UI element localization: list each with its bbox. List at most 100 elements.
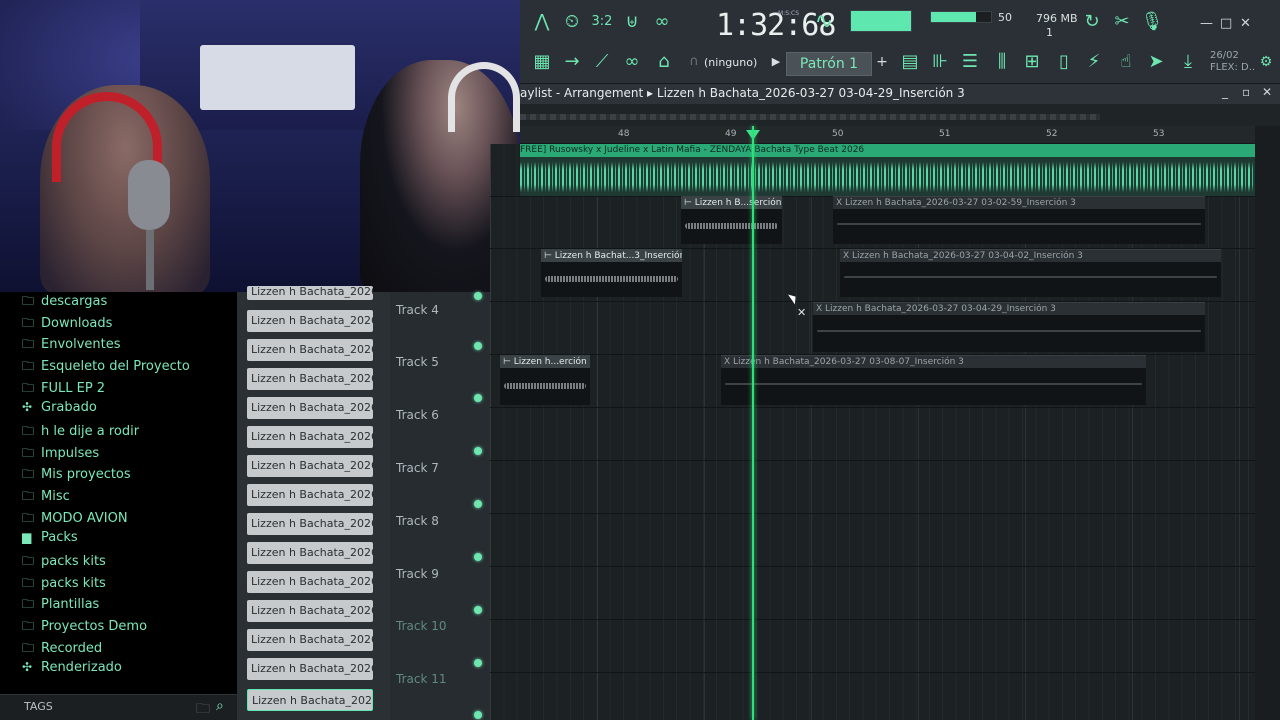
search-icon[interactable]: ⌕: [216, 698, 224, 714]
track-name[interactable]: Track 4: [396, 303, 439, 317]
microphone-icon[interactable]: 🎙: [1138, 6, 1166, 38]
browser-icon[interactable]: ⊞: [1018, 46, 1046, 78]
track-name[interactable]: Track 6: [396, 408, 439, 422]
clip-source-item[interactable]: Lizzen h Bachata_2026-0...: [247, 339, 373, 361]
pattern-selector[interactable]: Patrón 1: [786, 52, 872, 76]
track-mute-led[interactable]: [474, 447, 482, 455]
track-mute-led[interactable]: [474, 342, 482, 350]
fruit-icon[interactable]: ➤: [1142, 46, 1170, 78]
refresh-icon[interactable]: ↻: [1078, 6, 1106, 38]
browser-folder[interactable]: ▆ Packs: [22, 530, 78, 550]
track-mute-led[interactable]: [474, 659, 482, 667]
clip-source-item[interactable]: Lizzen h Bachata_2026-0...: [247, 542, 373, 564]
clip-source-item[interactable]: Lizzen h Bachata_2026-0...: [247, 600, 373, 622]
track-name[interactable]: Track 10: [396, 619, 446, 633]
track-mute-led[interactable]: [474, 292, 482, 300]
oscilloscope-icon[interactable]: ∿: [810, 6, 838, 38]
track-mute-led[interactable]: [474, 394, 482, 402]
add-pattern-button[interactable]: +: [868, 46, 896, 78]
countdown-icon[interactable]: 3:2: [588, 6, 616, 38]
clip-source-item[interactable]: Lizzen h Bachata_2026-0...: [247, 310, 373, 332]
file-icon[interactable]: ▯: [1050, 46, 1078, 78]
audio-clip-muted[interactable]: X Lizzen h Bachata_2026-03-27 03-02-59_I…: [833, 196, 1205, 244]
channel-rack-icon[interactable]: ⊪: [926, 46, 954, 78]
browser-folder[interactable]: 🗀 Impulses: [22, 444, 99, 464]
settings-icon[interactable]: ⚙: [1252, 46, 1280, 78]
clip-source-item[interactable]: Lizzen h Bachata_2026-0...: [247, 368, 373, 390]
clip-source-item[interactable]: Lizzen h Bachata_2026-0...: [247, 513, 373, 535]
clip-source-item[interactable]: Lizzen h Bachata_2026-0...: [247, 397, 373, 419]
browser-folder[interactable]: 🗀 Downloads: [22, 314, 112, 334]
playhead[interactable]: [752, 126, 754, 720]
metronome-icon[interactable]: ⋀: [528, 6, 556, 38]
browser-folder[interactable]: 🗀 Mis proyectos: [22, 465, 131, 485]
track-mute-led[interactable]: [474, 711, 482, 719]
playlist-minimize-icon[interactable]: _: [1222, 85, 1228, 99]
browser-folder[interactable]: 🗀 packs kits: [22, 552, 106, 572]
audio-clip-muted[interactable]: X Lizzen h Bachata_2026-03-27 03-04-02_I…: [840, 249, 1221, 297]
browser-folder[interactable]: ✣ Grabado: [22, 400, 97, 420]
clip-source-item[interactable]: Lizzen h Bachata_2026-0...: [247, 286, 373, 300]
timeline-ruler[interactable]: 48 49 50 51 52 53: [520, 126, 1255, 144]
tools-icon[interactable]: ✂: [1108, 6, 1136, 38]
clip-source-item[interactable]: Lizzen h Bachata_2026-0...: [247, 455, 373, 477]
browser-folder[interactable]: 🗀 FULL EP 2: [22, 379, 105, 399]
clip-source-item[interactable]: Lizzen h Bachata_2026-0...: [247, 629, 373, 651]
clip-source-item-selected[interactable]: Lizzen h Bachata_2026-0...: [247, 689, 373, 711]
download-icon[interactable]: ⤓: [1174, 46, 1202, 78]
pattern-none-label[interactable]: (ninguno): [704, 56, 757, 69]
audio-clip[interactable]: ⊢ Lizzen h Bachat...3_Inserción 3: [541, 249, 682, 297]
link-icon[interactable]: ∞: [618, 46, 646, 78]
clip-source-item[interactable]: Lizzen h Bachata_2026-0...: [247, 484, 373, 506]
audio-clip-muted[interactable]: X Lizzen h Bachata_2026-03-27 03-04-29_I…: [813, 302, 1205, 352]
piano-roll-icon[interactable]: ☰: [956, 46, 984, 78]
track-name[interactable]: Track 9: [396, 567, 439, 581]
clip-source-item[interactable]: Lizzen h Bachata_2026-0...: [247, 426, 373, 448]
playlist-overview[interactable]: [520, 104, 1280, 126]
track-mute-led[interactable]: [474, 500, 482, 508]
piano-icon[interactable]: ▦: [528, 46, 556, 78]
playlist-maximize-icon[interactable]: ▫: [1242, 85, 1250, 99]
playlist-icon[interactable]: ▤: [896, 46, 924, 78]
tags-label[interactable]: TAGS: [24, 700, 53, 713]
lane-divider: [490, 460, 1255, 461]
close-icon[interactable]: ✕: [1240, 16, 1251, 31]
audio-clip-muted[interactable]: X Lizzen h Bachata_2026-03-27 03-08-07_I…: [721, 355, 1146, 405]
step-edit-icon[interactable]: ⊎: [618, 6, 646, 38]
browser-folder[interactable]: 🗀 h le dije a rodir: [22, 422, 139, 442]
browser-folder[interactable]: 🗀 descargas: [22, 292, 107, 312]
mixer-icon[interactable]: ⫼: [988, 46, 1016, 78]
track-name[interactable]: Track 11: [396, 672, 446, 686]
arrow-right-icon[interactable]: →: [558, 46, 586, 78]
track-name[interactable]: Track 7: [396, 461, 439, 475]
audio-clip-beat[interactable]: FREE] Rusowsky x Judeline x Latin Mafia …: [520, 144, 1255, 196]
browser-folder[interactable]: 🗀 Recorded: [22, 639, 102, 659]
browser-folder[interactable]: 🗀 MODO AVION: [22, 509, 128, 529]
browser-folder[interactable]: 🗀 Proyectos Demo: [22, 617, 147, 637]
browser-folder[interactable]: 🗀 Esqueleto del Proyecto: [22, 357, 190, 377]
browser-folder[interactable]: 🗀 Envolventes: [22, 335, 121, 355]
track-mute-led[interactable]: [474, 606, 482, 614]
touch-icon[interactable]: ☝: [1112, 46, 1140, 78]
clip-source-item[interactable]: Lizzen h Bachata_2026-0...: [247, 658, 373, 680]
browser-folder[interactable]: 🗀 Misc: [22, 487, 70, 507]
wait-input-icon[interactable]: ⏲: [558, 6, 586, 38]
clip-source-item[interactable]: Lizzen h Bachata_2026-0...: [247, 571, 373, 593]
browser-folder[interactable]: 🗀 packs kits: [22, 574, 106, 594]
audio-clip[interactable]: ⊢ Lizzen h B...serción 3: [681, 196, 782, 244]
loop-record-icon[interactable]: ∞: [648, 6, 676, 38]
minimize-icon[interactable]: —: [1200, 16, 1213, 31]
track-mute-led[interactable]: [474, 553, 482, 561]
flex-info[interactable]: 26/02 FLEX: D..: [1210, 50, 1255, 74]
playlist-close-icon[interactable]: ✕: [1262, 85, 1272, 99]
stamp-icon[interactable]: ⌂: [650, 46, 678, 78]
track-name[interactable]: Track 8: [396, 514, 439, 528]
folder-small-icon[interactable]: 🗀: [196, 698, 210, 720]
browser-folder[interactable]: 🗀 Plantillas: [22, 595, 99, 615]
track-name[interactable]: Track 5: [396, 355, 439, 369]
brush-icon[interactable]: ⟋: [588, 46, 616, 78]
audio-clip[interactable]: ⊢ Lizzen h...erción 3: [500, 355, 590, 405]
maximize-icon[interactable]: □: [1220, 16, 1232, 31]
plugin-icon[interactable]: ⚡: [1080, 46, 1108, 78]
browser-folder[interactable]: ✣ Renderizado: [22, 660, 122, 680]
